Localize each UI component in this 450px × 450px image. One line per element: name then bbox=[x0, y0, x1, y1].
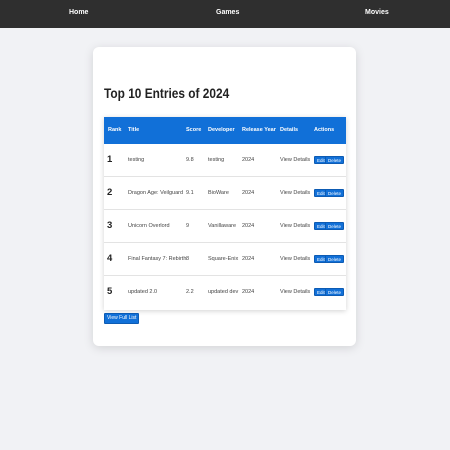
view-full-list-button[interactable]: View Full List bbox=[104, 313, 140, 324]
rank-cell: 1 bbox=[107, 154, 113, 165]
developer-cell: BioWare bbox=[208, 190, 229, 196]
rank-cell: 4 bbox=[107, 253, 113, 264]
table-header: Rank Title Score Developer Release Year … bbox=[104, 117, 346, 144]
header-details: Details bbox=[280, 127, 299, 133]
year-cell: 2024 bbox=[242, 157, 255, 163]
title-cell: Dragon Age: Veilguard bbox=[128, 190, 184, 196]
header-actions: Actions bbox=[314, 127, 335, 133]
rank-cell: 5 bbox=[107, 286, 113, 297]
nav-home-link[interactable]: Home bbox=[69, 9, 88, 16]
developer-cell: testing bbox=[208, 157, 225, 163]
year-cell: 2024 bbox=[242, 190, 255, 196]
score-cell: 2.2 bbox=[186, 289, 194, 295]
score-cell: 8 bbox=[186, 256, 190, 262]
header-score: Score bbox=[186, 127, 202, 133]
title-cell: testing bbox=[128, 157, 145, 163]
title-cell: updated 2.0 bbox=[128, 289, 158, 295]
top-navbar: Home Games Movies bbox=[0, 0, 450, 28]
delete-button[interactable]: Delete bbox=[325, 222, 345, 230]
view-details-link[interactable]: View Details bbox=[280, 223, 310, 229]
score-cell: 9.8 bbox=[186, 157, 194, 163]
developer-cell: updated dev bbox=[208, 289, 239, 295]
rank-cell: 3 bbox=[107, 220, 113, 231]
rank-cell: 2 bbox=[107, 187, 113, 198]
view-details-link[interactable]: View Details bbox=[280, 190, 310, 196]
nav-movies-link[interactable]: Movies bbox=[365, 9, 389, 16]
table-row: 1 testing 9.8 testing 2024 View Details … bbox=[104, 144, 346, 177]
year-cell: 2024 bbox=[242, 256, 255, 262]
header-rank: Rank bbox=[108, 127, 122, 133]
view-details-link[interactable]: View Details bbox=[280, 256, 310, 262]
delete-button[interactable]: Delete bbox=[325, 156, 345, 164]
nav-games-link[interactable]: Games bbox=[216, 9, 239, 16]
delete-button[interactable]: Delete bbox=[325, 255, 345, 263]
entries-card: Top 10 Entries of 2024 Rank Title Score … bbox=[93, 47, 356, 346]
table-row: 4 Final Fantasy 7: Rebirth 8 Square-Enix… bbox=[104, 243, 346, 276]
header-title: Title bbox=[128, 127, 140, 133]
score-cell: 9 bbox=[186, 223, 190, 229]
delete-button[interactable]: Delete bbox=[325, 288, 345, 296]
table-row: 5 updated 2.0 2.2 updated dev 2024 View … bbox=[104, 276, 346, 309]
developer-cell: Square-Enix bbox=[208, 256, 239, 262]
view-details-link[interactable]: View Details bbox=[280, 289, 310, 295]
year-cell: 2024 bbox=[242, 289, 255, 295]
header-developer: Developer bbox=[208, 127, 235, 133]
score-cell: 9.1 bbox=[186, 190, 194, 196]
entries-table: Rank Title Score Developer Release Year … bbox=[104, 117, 346, 310]
developer-cell: Vanillaware bbox=[208, 223, 237, 229]
table-row: 2 Dragon Age: Veilguard 9.1 BioWare 2024… bbox=[104, 177, 346, 210]
header-release-year: Release Year bbox=[242, 127, 276, 133]
year-cell: 2024 bbox=[242, 223, 255, 229]
title-cell: Unicorn Overlord bbox=[128, 223, 170, 229]
table-row: 3 Unicorn Overlord 9 Vanillaware 2024 Vi… bbox=[104, 210, 346, 243]
page-title: Top 10 Entries of 2024 bbox=[104, 86, 230, 101]
view-details-link[interactable]: View Details bbox=[280, 157, 310, 163]
title-cell: Final Fantasy 7: Rebirth bbox=[128, 256, 187, 262]
delete-button[interactable]: Delete bbox=[325, 189, 345, 197]
